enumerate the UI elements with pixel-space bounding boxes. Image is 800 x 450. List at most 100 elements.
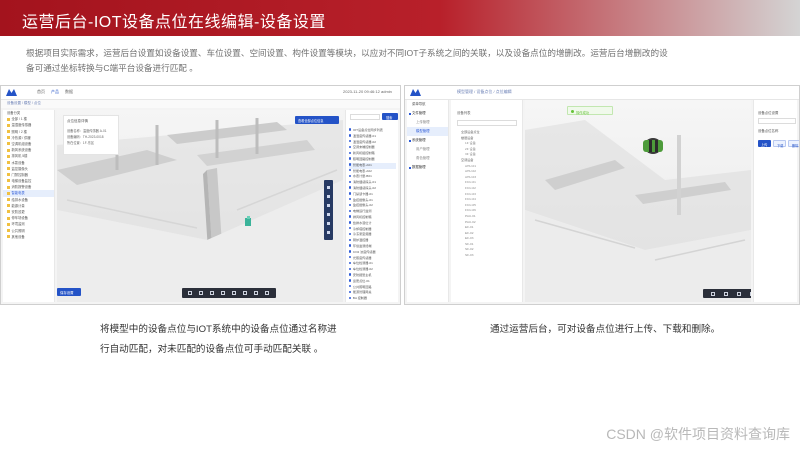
- list-item-label: 温湿度传感器-01: [352, 133, 376, 138]
- section-icon[interactable]: [221, 291, 225, 295]
- tree-item-label: 水泵设备: [11, 160, 25, 165]
- sidebar-item[interactable]: 用户管理: [407, 145, 448, 154]
- success-toast: 操作成功: [567, 106, 613, 115]
- home-view-icon[interactable]: [188, 291, 192, 295]
- download-button[interactable]: 下载: [773, 140, 786, 148]
- tree-item-label: 排风机 5楼: [11, 154, 28, 159]
- rotate-icon[interactable]: [327, 204, 330, 207]
- left-caption-line-2: 行自动匹配，对未匹配的设备点位可手动匹配关联 。: [100, 344, 324, 355]
- point-dot-icon: [349, 203, 352, 207]
- point-dot-icon: [349, 221, 352, 224]
- point-dot-icon: [349, 145, 352, 149]
- point-dot-icon: [349, 163, 352, 166]
- list-item[interactable]: BA 控制器: [349, 296, 396, 302]
- upload-button[interactable]: 上传: [758, 140, 771, 147]
- delete-button[interactable]: 删除: [788, 140, 799, 148]
- tree-item-label: 空调机组设备: [11, 141, 32, 146]
- list-item-label: 给排水液位计: [352, 220, 372, 225]
- breadcrumb[interactable]: 设备设置 / 模型 / 点位: [7, 101, 41, 106]
- folder-icon: [7, 185, 10, 189]
- nav-home[interactable]: 首页: [37, 89, 45, 95]
- pan-icon[interactable]: [199, 291, 203, 295]
- device-search-input[interactable]: [457, 120, 517, 126]
- page-title: 运营后台-IOT设备点位在线编辑-设备设置: [22, 14, 326, 31]
- breadcrumb[interactable]: 模型管理 / 设备点位 / 点位编辑: [457, 89, 512, 95]
- point-dot-icon: [349, 209, 352, 212]
- measure-icon[interactable]: [327, 222, 330, 225]
- tree-item-label: 给排水设备: [11, 197, 28, 202]
- device-tree-panel: 设备分类 全部 / 1 楼温湿度传感器 照明 / 2 楼冷热源 / 供暖 空调机组设备…: [3, 110, 55, 302]
- download-label: 下载: [777, 143, 784, 148]
- folder-icon: [7, 179, 10, 183]
- point-search-label: 搜索: [386, 115, 393, 120]
- tree-item-label: 照明 / 2 楼: [11, 129, 27, 134]
- zoom-out-icon[interactable]: [327, 195, 330, 198]
- viewport-bottom-toolbar: [182, 288, 276, 298]
- side-menu: 菜单导航文件管理 上传管理 模型管理 系统管理 用户管理 角色管理 数据管理: [407, 100, 449, 302]
- section-icon[interactable]: [750, 291, 751, 296]
- point-dot-icon: [349, 232, 352, 236]
- list-item-label: 水表计量-B01: [352, 174, 372, 179]
- view-all-points-tag[interactable]: 查看全部点位信息: [295, 116, 339, 124]
- folder-icon: [7, 167, 10, 171]
- folder-icon: [7, 228, 10, 232]
- list-item-label: IOT设备点位同步列表: [352, 128, 383, 132]
- 3d-viewport[interactable]: 点位信息详情 设备名称：温度传感器 A-01 设备编码：TH-2023-0018…: [57, 110, 343, 302]
- tree-item[interactable]: SF-03: [457, 253, 520, 259]
- point-name-input[interactable]: [758, 118, 796, 124]
- point-dot-icon: [349, 238, 352, 241]
- 3d-viewport[interactable]: 操作成功: [525, 100, 751, 302]
- nav-data[interactable]: 数据: [65, 89, 73, 95]
- home-view-icon[interactable]: [711, 291, 715, 296]
- info-icon[interactable]: [254, 291, 258, 295]
- view-all-points-label: 查看全部点位信息: [298, 119, 324, 123]
- sidebar-item[interactable]: 文件管理: [407, 109, 448, 118]
- point-search-input[interactable]: [350, 114, 380, 120]
- intro-line-1: 根据项目实际需求，运营后台设置如设备设置、车位设置、空间设置、构件设置等模块，以…: [26, 48, 668, 58]
- sidebar-item[interactable]: 上传管理: [407, 118, 448, 127]
- building-model-view[interactable]: [525, 100, 751, 302]
- pan-icon[interactable]: [724, 291, 728, 296]
- watermark: CSDN @软件项目资料查询库: [606, 426, 790, 442]
- delete-label: 删除: [792, 143, 799, 148]
- nav-product[interactable]: 产品: [51, 89, 59, 95]
- walk-icon[interactable]: [232, 291, 236, 295]
- point-dot-icon: [349, 151, 352, 154]
- left-topbar: 首页 产品 数据 2023-11-20 09:46:12 admin: [1, 86, 400, 100]
- list-item-label: 锅炉温控器: [352, 238, 369, 243]
- tree-item-label: 监控摄像头: [11, 166, 28, 171]
- tree-item-label: 新风系统设备: [11, 148, 32, 153]
- list-item-label: 能源管理网关: [352, 290, 372, 295]
- point-list: IOT设备点位同步列表 温湿度传感器-01 温湿度传感器-02 空调末端控制器 新风机组…: [349, 128, 396, 302]
- sidebar-item[interactable]: 角色管理: [407, 154, 448, 163]
- sidebar-item[interactable]: 模型管理: [407, 127, 448, 136]
- list-item-label: 冷冻泵变频器: [352, 232, 372, 237]
- reset-view-icon[interactable]: [327, 231, 330, 234]
- list-item-label: 监控摄像头-02: [352, 203, 373, 208]
- zoom-in-icon[interactable]: [327, 186, 330, 189]
- selected-device-model: [643, 138, 663, 154]
- list-item-label: 温湿度传感器-02: [352, 139, 376, 144]
- right-screenshot: 模型管理 / 设备点位 / 点位编辑 菜单导航文件管理 上传管理 模型管理 系统管理用…: [404, 85, 800, 305]
- point-dot-icon: [349, 284, 352, 288]
- fullscreen-icon[interactable]: [265, 291, 269, 295]
- point-search-button[interactable]: 搜索: [382, 113, 398, 120]
- point-info-card: 点位信息详情 设备名称：温度传感器 A-01 设备编码：TH-2023-0018…: [63, 115, 119, 155]
- settings-icon[interactable]: [243, 291, 247, 295]
- save-settings-button[interactable]: 保存设置: [57, 288, 81, 296]
- list-item-label: 消防烟感探头-01: [352, 180, 376, 185]
- tree-item-label: 智能电表: [11, 191, 25, 196]
- orbit-icon[interactable]: [737, 291, 741, 296]
- list-item-label: 车位检测器-02: [352, 267, 373, 272]
- upload-label: 上传: [761, 142, 768, 147]
- sidebar-item: 菜单导航: [412, 102, 426, 106]
- tree-item-label: 全部 / 1 楼: [11, 117, 27, 122]
- sidebar-item[interactable]: 数据管理: [407, 163, 448, 172]
- topbar-user[interactable]: admin: [381, 89, 392, 94]
- layer-icon[interactable]: [327, 213, 330, 216]
- sidebar-item[interactable]: 系统管理: [407, 136, 448, 145]
- tree-item[interactable]: 其他设备: [3, 234, 54, 240]
- point-dot-icon: [349, 128, 352, 131]
- orbit-icon[interactable]: [210, 291, 214, 295]
- tree-item-label: 安防巡更: [11, 210, 25, 214]
